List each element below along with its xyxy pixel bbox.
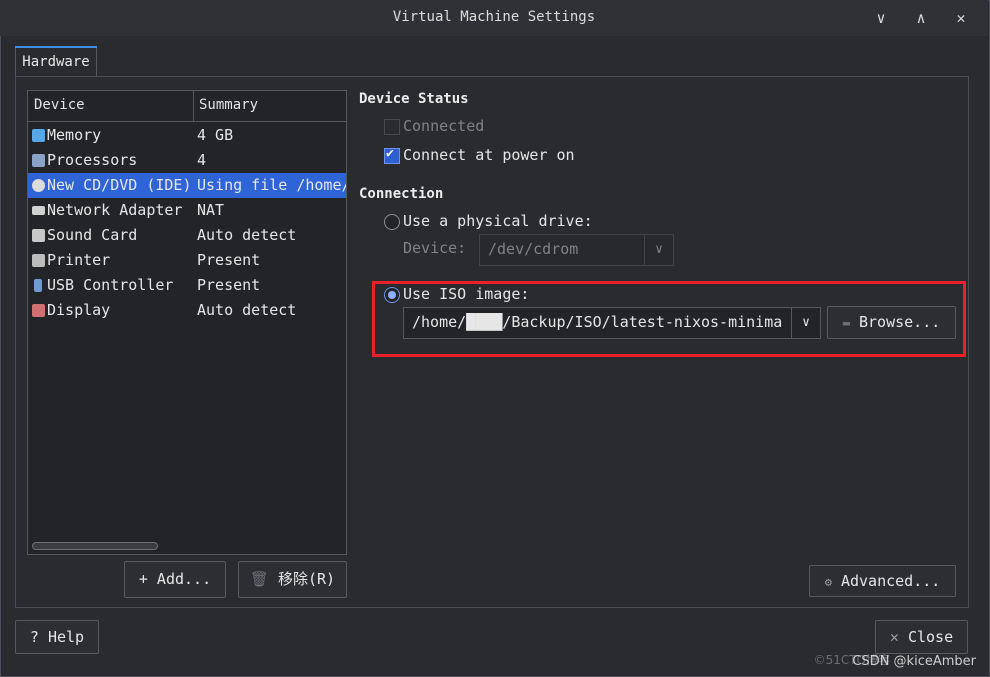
device-summary: Using file /home/ [197,176,346,194]
remove-device-label: 移除(R) [277,570,336,588]
physical-drive-radio[interactable] [384,214,400,230]
device-list-header: Device Summary [28,91,346,122]
iso-path-value[interactable]: /home/████/Backup/ISO/latest-nixos-minim… [412,313,790,331]
physical-drive-label[interactable]: Use a physical drive: [403,212,593,230]
advanced-label: Advanced... [840,572,941,590]
device-status-heading: Device Status [359,91,469,107]
window-title: Virtual Machine Settings [392,9,596,25]
column-header-summary[interactable]: Summary [199,97,258,113]
device-summary: NAT [197,201,225,219]
tab-hardware[interactable]: Hardware [15,46,97,77]
iso-image-label[interactable]: Use ISO image: [403,285,529,303]
folder-icon: ▬ [842,316,850,330]
iso-path-combo[interactable]: /home/████/Backup/ISO/latest-nixos-minim… [403,307,821,339]
close-button[interactable]: ✕ Close [875,620,968,654]
close-icon: ✕ [889,628,899,646]
browse-label: Browse... [858,313,941,331]
iso-image-radio[interactable] [384,287,400,303]
device-name: Display [47,301,111,319]
device-summary: Auto detect [197,226,297,244]
device-row-memory[interactable]: Memory 4 GB [28,123,346,148]
usb-icon [34,279,42,292]
gear-icon: ⚙ [824,575,832,589]
connect-at-power-on-checkbox[interactable] [384,146,400,164]
device-summary: 4 GB [197,126,234,144]
device-name: Printer [47,251,111,269]
device-row-display[interactable]: Display Auto detect [28,298,346,323]
help-button[interactable]: ? Help [15,620,99,654]
advanced-button[interactable]: ⚙ Advanced... [809,565,956,597]
network-icon [32,206,45,215]
printer-icon [32,254,45,267]
memory-icon [32,129,45,142]
browse-button[interactable]: ▬ Browse... [827,306,956,339]
device-row-network-adapter[interactable]: Network Adapter NAT [28,198,346,223]
chevron-down-icon[interactable]: ∨ [644,235,673,265]
device-row-printer[interactable]: Printer Present [28,248,346,273]
device-row-cd-dvd[interactable]: New CD/DVD (IDE) Using file /home/ [28,173,346,198]
device-summary: 4 [197,151,207,169]
physical-device-select[interactable]: /dev/cdrom ∨ [479,234,674,266]
column-header-device[interactable]: Device [34,97,85,113]
connect-at-power-on-label[interactable]: Connect at power on [403,146,575,164]
device-label: Device: [403,239,467,257]
remove-device-button[interactable]: 🗑 移除(R) [238,561,347,598]
close-window-icon[interactable]: ✕ [950,7,972,29]
add-device-button[interactable]: + Add... [124,561,226,598]
device-name: USB Controller [47,276,174,294]
physical-device-value: /dev/cdrom [488,240,579,258]
connected-label: Connected [403,117,485,135]
device-name: Processors [47,151,138,169]
device-list[interactable]: Device Summary Memory 4 GB Processors 4 … [27,90,347,555]
title-bar: Virtual Machine Settings ∨ ∧ ✕ [0,0,988,36]
device-summary: Present [197,251,261,269]
column-divider[interactable] [193,91,194,121]
device-name: Network Adapter [47,201,183,219]
device-row-processors[interactable]: Processors 4 [28,148,346,173]
display-icon [32,304,45,317]
watermark: CSDN @kiceAmber [852,654,976,669]
device-name: New CD/DVD (IDE) [47,176,192,194]
device-summary: Auto detect [197,301,297,319]
device-name: Sound Card [47,226,138,244]
sound-icon [32,229,45,242]
close-label: Close [907,628,954,646]
chevron-down-icon[interactable]: ∨ [791,308,820,338]
trash-icon: 🗑 [249,570,269,588]
horizontal-scrollbar[interactable] [32,542,158,550]
processor-icon [32,154,45,167]
device-name: Memory [47,126,102,144]
device-summary: Present [197,276,261,294]
connection-heading: Connection [359,186,444,202]
maximize-icon[interactable]: ∧ [910,7,932,29]
device-row-sound-card[interactable]: Sound Card Auto detect [28,223,346,248]
cd-icon [32,179,45,192]
connected-checkbox[interactable] [384,119,400,135]
device-row-usb-controller[interactable]: USB Controller Present [28,273,346,298]
minimize-icon[interactable]: ∨ [870,7,892,29]
